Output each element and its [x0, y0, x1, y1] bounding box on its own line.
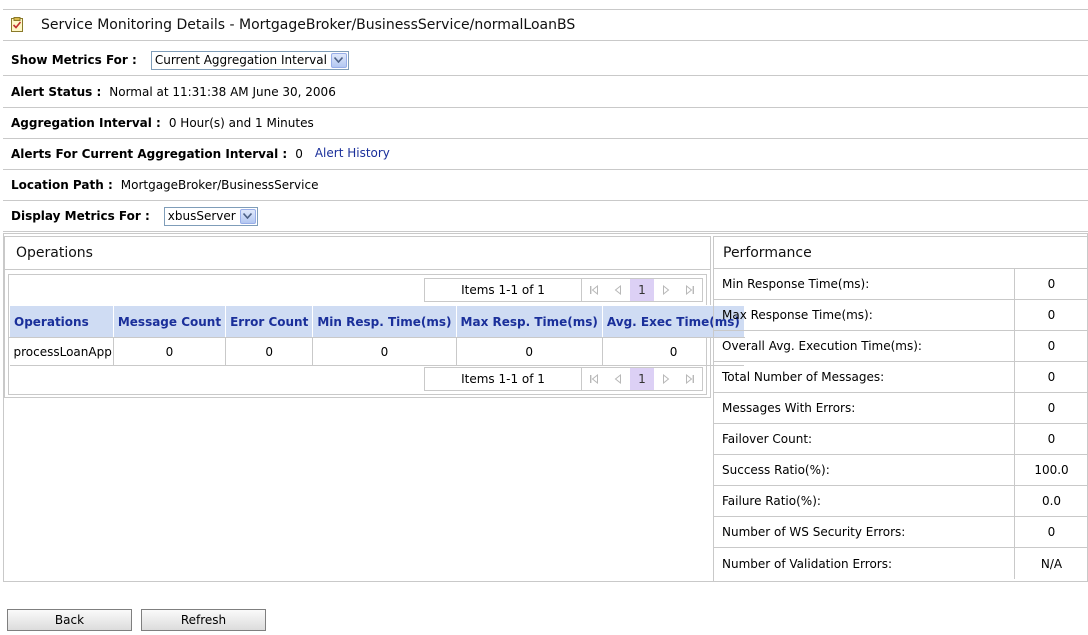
performance-value: 0: [1047, 339, 1056, 353]
performance-row: Max Response Time(ms): 0: [714, 300, 1088, 331]
previous-page-icon[interactable]: [606, 279, 630, 301]
performance-label: Failover Count:: [714, 424, 1015, 454]
next-page-icon[interactable]: [654, 368, 678, 390]
pager: Items 1-1 of 1 1: [424, 367, 703, 391]
performance-value: N/A: [1040, 556, 1063, 571]
refresh-button[interactable]: Refresh: [141, 609, 266, 631]
operations-table-container: Items 1-1 of 1 1 Operations Message Coun…: [8, 274, 745, 396]
show-metrics-label: Show Metrics For :: [11, 53, 137, 67]
back-button[interactable]: Back: [7, 609, 132, 631]
performance-value: 0: [1047, 277, 1056, 291]
performance-row: Overall Avg. Execution Time(ms): 0: [714, 331, 1088, 362]
operations-panel: Operations Items 1-1 of 1 1 Operations M…: [4, 236, 745, 398]
next-page-icon[interactable]: [654, 279, 678, 301]
show-metrics-selected-value: Current Aggregation Interval: [154, 53, 327, 67]
chevron-down-icon[interactable]: [239, 208, 256, 224]
aggregation-interval-row: Aggregation Interval : 0 Hour(s) and 1 M…: [3, 108, 1088, 139]
operations-panel-title: Operations: [5, 237, 710, 270]
chevron-down-icon[interactable]: [330, 52, 347, 68]
performance-panel-title: Performance: [714, 236, 1088, 269]
display-metrics-label: Display Metrics For :: [11, 209, 150, 223]
operations-table: Operations Message Count Error Count Min…: [9, 305, 745, 366]
table-cell: processLoanApp: [9, 337, 114, 366]
performance-label: Number of WS Security Errors:: [714, 517, 1015, 547]
show-metrics-select[interactable]: Current Aggregation Interval: [150, 50, 349, 70]
table-header-row: Operations Message Count Error Count Min…: [9, 305, 745, 338]
performance-label: Number of Validation Errors:: [714, 548, 1015, 579]
column-header[interactable]: Min Resp. Time(ms): [312, 305, 457, 338]
table-cell: 0: [225, 337, 314, 366]
performance-row: Success Ratio(%): 100.0: [714, 455, 1088, 486]
table-cell: 0: [456, 337, 603, 366]
performance-value: 0: [1047, 370, 1056, 384]
column-header[interactable]: Operations: [9, 305, 114, 338]
first-page-icon[interactable]: [582, 368, 606, 390]
performance-panel: Performance Min Response Time(ms): 0 Max…: [713, 236, 1088, 582]
performance-label: Overall Avg. Execution Time(ms):: [714, 331, 1015, 361]
alert-status-label: Alert Status :: [11, 85, 102, 99]
alerts-current-label: Alerts For Current Aggregation Interval …: [11, 147, 288, 161]
performance-label: Total Number of Messages:: [714, 362, 1015, 392]
table-row: processLoanApp 0 0 0 0 0: [9, 337, 745, 366]
aggregation-interval-label: Aggregation Interval :: [11, 116, 161, 130]
last-page-icon[interactable]: [678, 368, 702, 390]
performance-label: Messages With Errors:: [714, 393, 1015, 423]
show-metrics-row: Show Metrics For : Current Aggregation I…: [3, 45, 1088, 76]
performance-row: Number of WS Security Errors: 0: [714, 517, 1088, 548]
location-path-row: Location Path : MortgageBroker/BusinessS…: [3, 170, 1088, 201]
performance-row: Number of Validation Errors: N/A: [714, 548, 1088, 579]
performance-row: Failover Count: 0: [714, 424, 1088, 455]
column-header[interactable]: Message Count: [112, 305, 227, 338]
performance-value: 0: [1047, 401, 1056, 415]
table-cell: 0: [312, 337, 457, 366]
location-path-value: MortgageBroker/BusinessService: [120, 178, 319, 192]
pager: Items 1-1 of 1 1: [424, 278, 703, 302]
display-metrics-select[interactable]: xbusServer: [163, 206, 258, 226]
alert-status-value: Normal at 11:31:38 AM June 30, 2006: [109, 85, 336, 99]
display-metrics-selected-value: xbusServer: [167, 209, 236, 223]
service-details-icon: [9, 17, 25, 33]
display-metrics-row: Display Metrics For : xbusServer: [3, 201, 1088, 232]
pager-top: Items 1-1 of 1 1: [9, 275, 706, 305]
alerts-current-row: Alerts For Current Aggregation Interval …: [3, 139, 1088, 170]
performance-value: 0: [1047, 308, 1056, 322]
performance-row: Min Response Time(ms): 0: [714, 269, 1088, 300]
alert-history-link[interactable]: Alert History: [315, 146, 390, 160]
performance-label: Max Response Time(ms):: [714, 300, 1015, 330]
performance-value: 0.0: [1041, 494, 1062, 508]
page-number[interactable]: 1: [630, 279, 654, 301]
alerts-current-count: 0: [295, 147, 303, 161]
page-number[interactable]: 1: [630, 368, 654, 390]
column-header[interactable]: Max Resp. Time(ms): [455, 305, 603, 338]
title-bar: Service Monitoring Details - MortgageBro…: [3, 9, 1088, 41]
table-cell: 0: [113, 337, 227, 366]
last-page-icon[interactable]: [678, 279, 702, 301]
performance-label: Min Response Time(ms):: [714, 269, 1015, 299]
aggregation-interval-value: 0 Hour(s) and 1 Minutes: [168, 116, 314, 130]
performance-label: Success Ratio(%):: [714, 455, 1015, 485]
performance-value: 0: [1047, 432, 1056, 446]
pager-bottom: Items 1-1 of 1 1: [9, 366, 706, 396]
column-header[interactable]: Error Count: [225, 305, 314, 338]
location-path-label: Location Path :: [11, 178, 113, 192]
performance-row: Messages With Errors: 0: [714, 393, 1088, 424]
performance-value: 0: [1047, 525, 1056, 539]
pager-items-text: Items 1-1 of 1: [425, 368, 582, 390]
previous-page-icon[interactable]: [606, 368, 630, 390]
performance-value: 100.0: [1034, 463, 1069, 477]
alert-status-row: Alert Status : Normal at 11:31:38 AM Jun…: [3, 77, 1088, 108]
pager-items-text: Items 1-1 of 1: [425, 279, 582, 301]
page-title: Service Monitoring Details - MortgageBro…: [41, 17, 576, 33]
performance-row: Total Number of Messages: 0: [714, 362, 1088, 393]
performance-row: Failure Ratio(%): 0.0: [714, 486, 1088, 517]
performance-label: Failure Ratio(%):: [714, 486, 1015, 516]
first-page-icon[interactable]: [582, 279, 606, 301]
